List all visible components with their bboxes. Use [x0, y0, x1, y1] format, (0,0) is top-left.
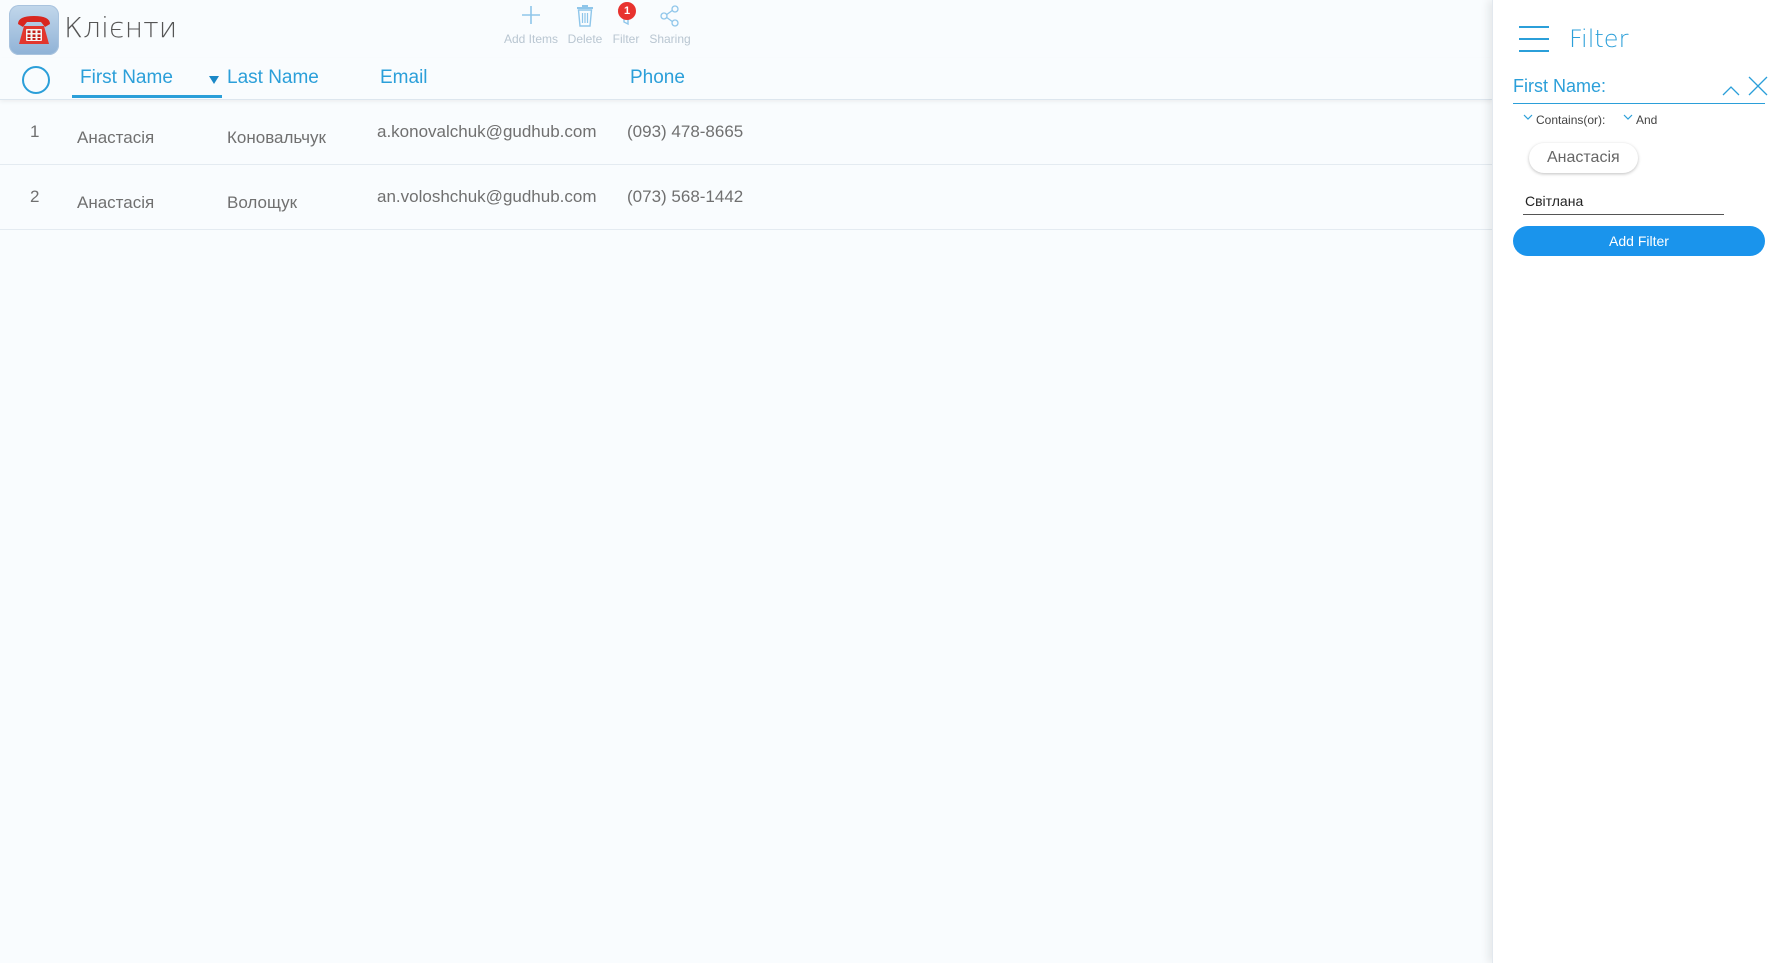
- column-header-first-name[interactable]: First Name: [72, 58, 222, 98]
- table-header: First Name Last Name Email Phone: [0, 58, 1492, 100]
- menu-icon[interactable]: [1519, 26, 1549, 52]
- share-icon: [648, 4, 692, 30]
- logic-dropdown[interactable]: And: [1623, 113, 1657, 127]
- cell-first-name: Анастасія: [77, 193, 155, 212]
- column-header-last-name[interactable]: Last Name: [209, 58, 319, 98]
- add-items-button[interactable]: Add Items: [503, 4, 559, 46]
- row-number: 2: [30, 187, 40, 206]
- column-header-last-name-label: Last Name: [227, 67, 319, 88]
- cell-email: a.konovalchuk@gudhub.com: [377, 122, 597, 141]
- cell-email: an.voloshchuk@gudhub.com: [377, 187, 597, 206]
- sort-down-icon: [209, 75, 219, 84]
- sharing-label: Sharing: [649, 32, 691, 46]
- condition-label: Contains(or):: [1536, 113, 1606, 127]
- column-header-email[interactable]: Email: [380, 58, 428, 98]
- filter-count-badge: 1: [618, 2, 636, 20]
- table-body: 1 Анастасія Коновальчук a.konovalchuk@gu…: [0, 100, 1492, 230]
- row-number: 1: [30, 122, 40, 141]
- select-all-checkbox[interactable]: [22, 66, 50, 94]
- delete-button[interactable]: Delete: [566, 4, 604, 46]
- sharing-button[interactable]: Sharing: [648, 4, 692, 46]
- filter-label: Filter: [612, 32, 640, 46]
- add-filter-button[interactable]: Add Filter: [1513, 226, 1765, 256]
- cell-first-name: Анастасія: [77, 128, 155, 147]
- table-row[interactable]: 2 Анастасія Волощук an.voloshchuk@gudhub…: [0, 165, 1492, 230]
- chevron-down-icon: [1523, 114, 1533, 120]
- menu-line: [1519, 50, 1549, 52]
- filter-panel: Filter First Name: Contains(or): And Ана…: [1492, 0, 1792, 963]
- chevron-down-icon: [1623, 114, 1633, 120]
- logic-label: And: [1636, 113, 1658, 127]
- cell-last-name: Коновальчук: [227, 128, 326, 147]
- column-header-phone[interactable]: Phone: [630, 58, 685, 98]
- condition-dropdown[interactable]: Contains(or):: [1523, 113, 1605, 127]
- funnel-icon: 1: [609, 2, 643, 30]
- add-items-label: Add Items: [503, 32, 559, 46]
- menu-line: [1519, 38, 1549, 40]
- filter-value-chip[interactable]: Анастасія: [1529, 143, 1638, 173]
- trash-icon: [566, 4, 604, 30]
- table-row[interactable]: 1 Анастасія Коновальчук a.konovalchuk@gu…: [0, 100, 1492, 165]
- app-telephone-icon: [9, 5, 59, 55]
- chevron-up-icon[interactable]: [1722, 83, 1740, 101]
- cell-phone: (073) 568-1442: [627, 187, 744, 206]
- menu-line: [1519, 26, 1549, 28]
- filter-button[interactable]: 1 Filter: [609, 2, 643, 46]
- cell-last-name: Волощук: [227, 193, 298, 212]
- filter-panel-title: Filter: [1569, 25, 1629, 53]
- plus-icon: [503, 4, 559, 30]
- cell-phone: (093) 478-8665: [627, 122, 744, 141]
- app-root: Клієнти Add Items Delete 1 Filter Sharin…: [0, 0, 1792, 963]
- filter-value-input[interactable]: [1523, 187, 1724, 215]
- page-title: Клієнти: [64, 11, 178, 44]
- close-icon[interactable]: [1747, 75, 1769, 102]
- delete-label: Delete: [567, 32, 603, 46]
